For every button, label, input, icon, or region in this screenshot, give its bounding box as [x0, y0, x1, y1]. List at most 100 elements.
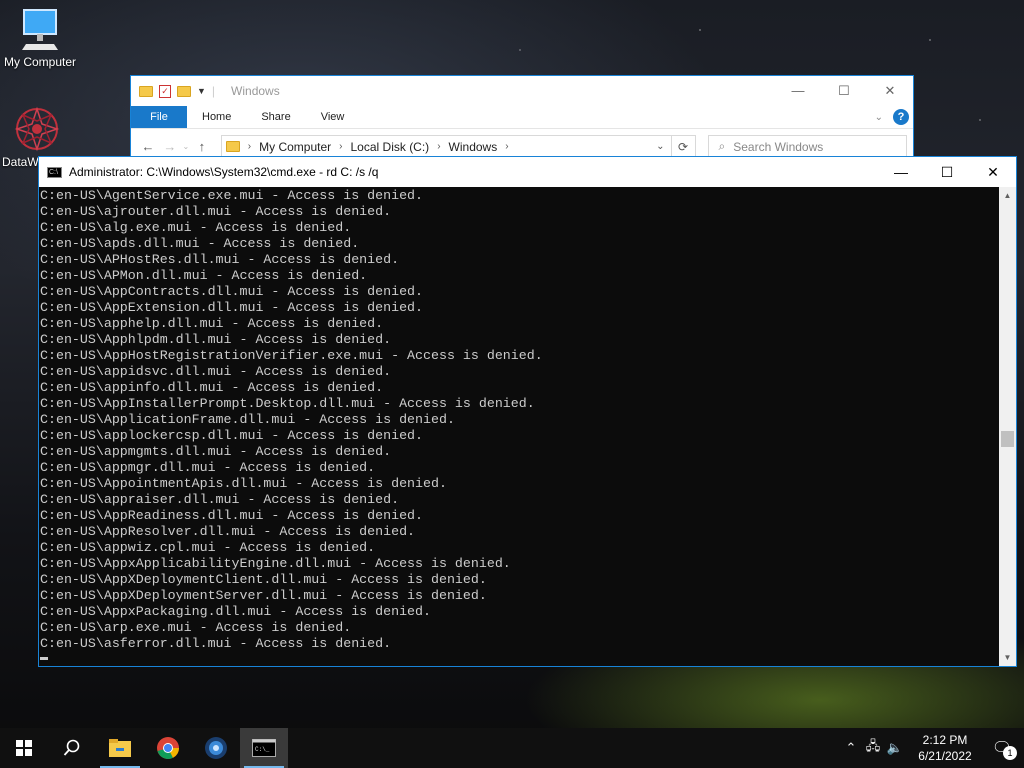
- breadcrumb-windows[interactable]: Windows: [449, 140, 498, 154]
- cmd-titlebar[interactable]: C:\ Administrator: C:\Windows\System32\c…: [39, 157, 1016, 187]
- folder-icon: [225, 141, 240, 152]
- console-line: C:en-US\appinfo.dll.mui - Access is deni…: [40, 380, 384, 395]
- up-arrow-icon[interactable]: ↑: [191, 139, 213, 154]
- console-line: C:en-US\AppxApplicabilityEngine.dll.mui …: [40, 556, 511, 571]
- clock[interactable]: 2:12 PM 6/21/2022: [910, 732, 980, 764]
- console-output[interactable]: C:en-US\AgentService.exe.mui - Access is…: [39, 187, 999, 666]
- chevron-down-icon[interactable]: ▼: [197, 86, 206, 96]
- console-line: C:en-US\appwiz.cpl.mui - Access is denie…: [40, 540, 376, 555]
- console-line: C:en-US\asferror.dll.mui - Access is den…: [40, 636, 392, 651]
- address-bar[interactable]: › My Computer › Local Disk (C:) › Window…: [220, 134, 672, 159]
- vertical-scrollbar[interactable]: ▲ ▼: [999, 187, 1016, 666]
- close-button[interactable]: ✕: [970, 157, 1016, 187]
- console-line: C:en-US\apphelp.dll.mui - Access is deni…: [40, 316, 384, 331]
- scroll-up-icon[interactable]: ▲: [999, 187, 1016, 204]
- chevron-right-icon[interactable]: ›: [437, 141, 440, 152]
- tab-share[interactable]: Share: [246, 106, 305, 128]
- search-placeholder: Search Windows: [733, 139, 824, 154]
- clock-date: 6/21/2022: [918, 749, 972, 763]
- properties-icon[interactable]: ✓: [159, 84, 171, 98]
- maximize-button[interactable]: ☐: [821, 83, 867, 99]
- help-icon[interactable]: ?: [893, 109, 909, 125]
- chevron-right-icon[interactable]: ›: [339, 141, 342, 152]
- notification-badge: 1: [1003, 746, 1017, 760]
- chevron-down-icon[interactable]: ⌄: [656, 141, 664, 152]
- console-line: C:en-US\arp.exe.mui - Access is denied.: [40, 620, 352, 635]
- computer-icon: [22, 9, 58, 50]
- console-line: C:en-US\AppExtension.dll.mui - Access is…: [40, 300, 424, 315]
- desktop-icon-label: My Computer: [3, 55, 77, 69]
- console-line: C:en-US\appraiser.dll.mui - Access is de…: [40, 492, 400, 507]
- console-line: C:en-US\AppInstallerPrompt.Desktop.dll.m…: [40, 396, 535, 411]
- console-line: C:en-US\AppXDeploymentServer.dll.mui - A…: [40, 588, 487, 603]
- taskbar: C:\_ ⌃ 🖧 🔈 2:12 PM 6/21/2022 🗨 1: [0, 728, 1024, 768]
- console-line: C:en-US\AppXDeploymentClient.dll.mui - A…: [40, 572, 487, 587]
- command-prompt-window[interactable]: C:\ Administrator: C:\Windows\System32\c…: [38, 156, 1017, 667]
- console-line: C:en-US\applockercsp.dll.mui - Access is…: [40, 428, 424, 443]
- breadcrumb-my-computer[interactable]: My Computer: [259, 140, 331, 154]
- search-icon: [63, 739, 80, 756]
- clock-time: 2:12 PM: [922, 733, 968, 747]
- minimize-button[interactable]: —: [775, 83, 821, 99]
- cmd-title: Administrator: C:\Windows\System32\cmd.e…: [69, 165, 379, 179]
- console-line: C:en-US\ApplicationFrame.dll.mui - Acces…: [40, 412, 455, 427]
- scroll-down-icon[interactable]: ▼: [999, 649, 1016, 666]
- console-line: C:en-US\AppHostRegistrationVerifier.exe.…: [40, 348, 543, 363]
- recent-locations-icon[interactable]: ⌄: [181, 142, 191, 151]
- file-explorer-window[interactable]: ✓ ▼ | Windows — ☐ ✕ File Home Share View…: [130, 75, 914, 165]
- ribbon-help-area: ⌄ ?: [875, 109, 909, 125]
- taskbar-app[interactable]: [192, 728, 240, 768]
- new-folder-icon[interactable]: [177, 85, 191, 97]
- quick-access-toolbar: ✓ ▼ |: [139, 84, 215, 98]
- start-button[interactable]: [0, 728, 48, 768]
- cmd-icon: C:\_: [252, 739, 276, 757]
- chevron-right-icon[interactable]: ›: [505, 141, 508, 152]
- windows-logo-icon: [16, 740, 32, 756]
- expand-ribbon-icon[interactable]: ⌄: [875, 112, 883, 123]
- desktop-icon-my-computer[interactable]: My Computer: [0, 8, 80, 69]
- close-button[interactable]: ✕: [867, 83, 913, 99]
- refresh-button[interactable]: ⟳: [671, 134, 696, 159]
- search-input[interactable]: ⌕ Search Windows: [707, 134, 907, 159]
- chrome-icon: [157, 737, 179, 759]
- file-explorer-icon: [109, 739, 131, 757]
- forward-arrow-icon[interactable]: →: [159, 139, 181, 154]
- notification-center-button[interactable]: 🗨 1: [980, 738, 1024, 760]
- tab-view[interactable]: View: [306, 106, 360, 128]
- taskbar-file-explorer[interactable]: [96, 728, 144, 768]
- console-line: C:en-US\AgentService.exe.mui - Access is…: [40, 188, 424, 203]
- console-line: C:en-US\appidsvc.dll.mui - Access is den…: [40, 364, 392, 379]
- tab-file[interactable]: File: [131, 106, 187, 128]
- maximize-button[interactable]: ☐: [924, 157, 970, 187]
- system-tray: ⌃ 🖧 🔈 2:12 PM 6/21/2022 🗨 1: [840, 728, 1024, 768]
- explorer-titlebar[interactable]: ✓ ▼ | Windows — ☐ ✕: [131, 76, 913, 106]
- cmd-icon: C:\: [47, 166, 62, 178]
- console-line: C:en-US\AppointmentApis.dll.mui - Access…: [40, 476, 447, 491]
- console-line: C:en-US\APHostRes.dll.mui - Access is de…: [40, 252, 400, 267]
- volume-icon[interactable]: 🔈: [884, 740, 906, 756]
- scrollbar-thumb[interactable]: [1001, 431, 1014, 447]
- search-button[interactable]: [48, 728, 96, 768]
- app-icon: [205, 737, 227, 759]
- minimize-button[interactable]: —: [878, 157, 924, 187]
- console-line: C:en-US\appmgmts.dll.mui - Access is den…: [40, 444, 392, 459]
- network-icon[interactable]: 🖧: [862, 737, 884, 759]
- explorer-title: Windows: [231, 84, 280, 98]
- back-arrow-icon[interactable]: ←: [137, 139, 159, 154]
- chevron-right-icon[interactable]: ›: [248, 141, 251, 152]
- console-line: C:en-US\alg.exe.mui - Access is denied.: [40, 220, 352, 235]
- console-line: C:en-US\ajrouter.dll.mui - Access is den…: [40, 204, 392, 219]
- tab-home[interactable]: Home: [187, 106, 246, 128]
- console-line: C:en-US\AppContracts.dll.mui - Access is…: [40, 284, 424, 299]
- folder-icon[interactable]: [139, 85, 153, 97]
- console-line: C:en-US\APMon.dll.mui - Access is denied…: [40, 268, 368, 283]
- console-line: C:en-US\AppReadiness.dll.mui - Access is…: [40, 508, 424, 523]
- svg-text:C:\_: C:\_: [255, 746, 270, 753]
- console-line: C:en-US\Apphlpdm.dll.mui - Access is den…: [40, 332, 392, 347]
- taskbar-cmd[interactable]: C:\_: [240, 728, 288, 768]
- search-icon: ⌕: [718, 139, 726, 153]
- breadcrumb-local-disk[interactable]: Local Disk (C:): [351, 140, 430, 154]
- chevron-up-icon[interactable]: ⌃: [840, 740, 862, 756]
- console-line: C:en-US\AppResolver.dll.mui - Access is …: [40, 524, 416, 539]
- taskbar-chrome[interactable]: [144, 728, 192, 768]
